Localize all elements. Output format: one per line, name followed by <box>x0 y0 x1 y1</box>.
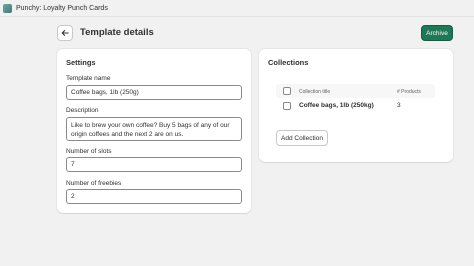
number-of-slots-label: Number of slots <box>66 148 112 155</box>
collection-row-products: 3 <box>397 102 401 109</box>
description-textarea[interactable]: Like to brew your own coffee? Buy 5 bags… <box>66 117 242 141</box>
description-label: Description <box>66 107 99 114</box>
back-button[interactable] <box>57 25 73 41</box>
number-of-slots-input[interactable]: 7 <box>66 157 242 172</box>
number-of-freebies-label: Number of freebies <box>66 180 122 187</box>
app-logo-icon <box>3 3 12 13</box>
column-header-products: # Products <box>397 89 421 95</box>
archive-button[interactable]: Archive <box>421 25 453 41</box>
page-title: Template details <box>80 27 154 38</box>
row-checkbox[interactable] <box>283 102 291 110</box>
select-all-checkbox[interactable] <box>283 87 291 95</box>
template-name-input[interactable]: Coffee bags, 1lb (250g) <box>66 85 242 100</box>
number-of-freebies-input[interactable]: 2 <box>66 189 242 204</box>
template-name-label: Template name <box>66 75 111 82</box>
column-header-title: Collection title <box>299 89 331 95</box>
settings-heading: Settings <box>66 58 96 67</box>
app-topbar: Punchy: Loyalty Punch Cards <box>0 0 474 17</box>
settings-card: Settings Template name Coffee bags, 1lb … <box>57 49 251 213</box>
collection-row-title[interactable]: Coffee bags, 1lb (250kg) <box>299 102 374 109</box>
collections-heading: Collections <box>268 58 309 67</box>
add-collection-button[interactable]: Add Collection <box>276 130 328 146</box>
app-title: Punchy: Loyalty Punch Cards <box>16 4 108 12</box>
arrow-left-icon <box>61 30 69 36</box>
